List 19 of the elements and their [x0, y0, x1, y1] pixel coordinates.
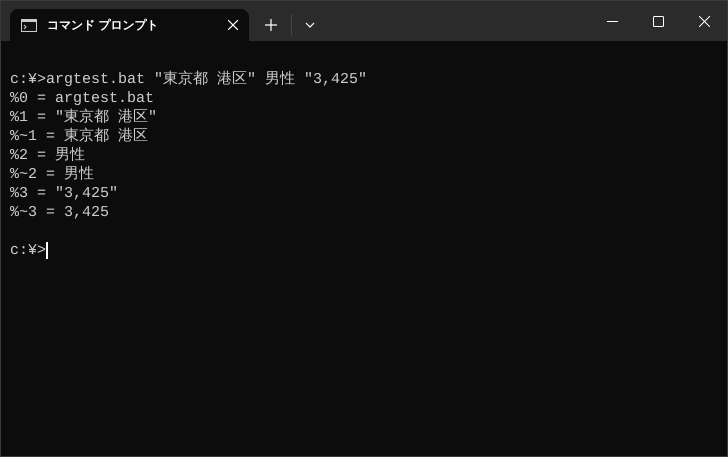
terminal-line: %2 = 男性 [10, 146, 86, 165]
close-icon [698, 16, 710, 26]
terminal-line: %~1 = 東京都 港区 [10, 127, 148, 146]
terminal-line: %3 = "3,425" [10, 184, 118, 203]
console-icon [21, 18, 37, 32]
plus-icon [265, 19, 277, 31]
terminal-line: %~3 = 3,425 [10, 203, 110, 222]
maximize-icon [652, 16, 664, 26]
chevron-down-icon [305, 22, 315, 28]
close-tab-icon[interactable] [228, 20, 238, 30]
terminal-tab[interactable]: コマンド プロンプト [10, 9, 249, 41]
tab-title: コマンド プロンプト [47, 17, 158, 34]
command-prompt: c:¥> [10, 241, 46, 260]
terminal-line: %1 = "東京都 港区" [10, 108, 158, 127]
terminal-line: c:¥>argtest.bat "東京都 港区" 男性 "3,425" [10, 70, 368, 89]
terminal-line: %~2 = 男性 [10, 165, 94, 184]
terminal-line: %0 = argtest.bat [10, 89, 154, 108]
minimize-icon [606, 20, 618, 22]
text-cursor [46, 242, 48, 259]
